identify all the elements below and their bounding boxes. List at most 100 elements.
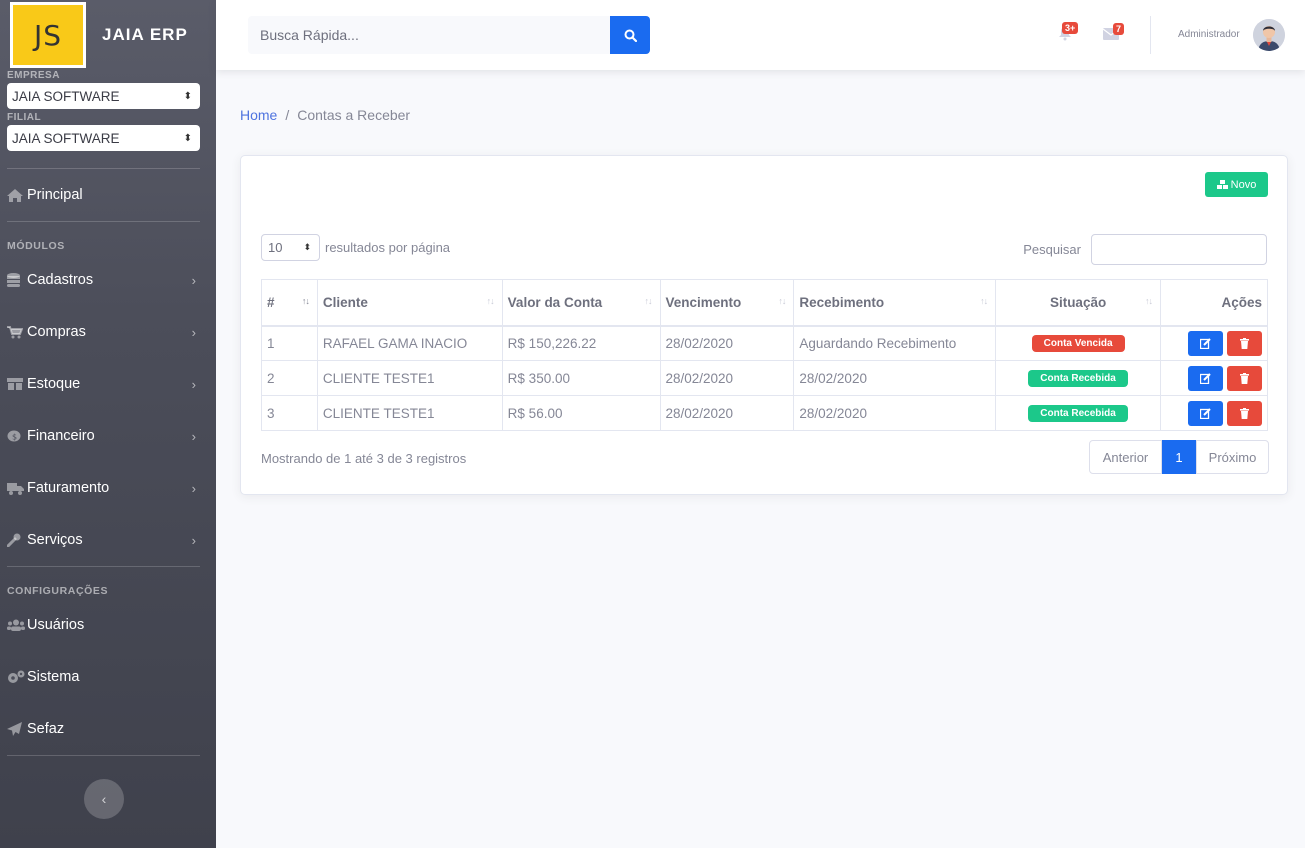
new-button[interactable]: Novo (1205, 172, 1268, 197)
cubes-icon (1216, 180, 1228, 189)
column-header-valor[interactable]: Valor da Conta ↑↓ (501, 279, 661, 327)
cell-acoes (1159, 360, 1269, 396)
sidebar-item-compras[interactable]: Compras › (0, 306, 216, 358)
cell-id: 3 (261, 395, 318, 431)
pagination-page-button[interactable]: 1 (1162, 440, 1196, 474)
column-header-label: Ações (1221, 294, 1262, 310)
empresa-value: JAIA SOFTWARE (12, 88, 120, 104)
warehouse-icon (7, 378, 27, 390)
sidebar-item-label: Usuários (27, 617, 85, 633)
delete-button[interactable] (1227, 400, 1262, 426)
filter-input[interactable] (1091, 234, 1267, 265)
edit-icon (1200, 407, 1211, 419)
sort-icon: ↑↓ (778, 296, 786, 306)
cell-valor: R$ 56.00 (501, 395, 661, 431)
column-header-situacao[interactable]: Situação ↑↓ (995, 279, 1161, 327)
chevron-left-icon: ‹ (101, 791, 107, 807)
home-icon (7, 188, 27, 202)
column-header-vencimento[interactable]: Vencimento ↑↓ (659, 279, 795, 327)
sidebar-item-usuarios[interactable]: Usuários (0, 599, 216, 651)
alerts-button[interactable]: 3+ (1058, 22, 1079, 42)
contas-table: # ↑↓ Cliente ↑↓ Valor da Conta ↑↓ Venciment… (261, 279, 1269, 431)
trash-icon (1240, 372, 1249, 384)
sidebar-item-sistema[interactable]: Sistema (0, 651, 216, 703)
filial-select[interactable]: JAIA SOFTWARE ⬍ (7, 125, 200, 151)
cell-acoes (1159, 395, 1269, 431)
sidebar-item-servicos[interactable]: Serviços › (0, 514, 216, 566)
cell-recebimento: Aguardando Recebimento (793, 325, 997, 361)
sidebar-item-estoque[interactable]: Estoque › (0, 358, 216, 410)
coins-icon: $ (7, 430, 27, 442)
cell-situacao: Conta Recebida (995, 360, 1161, 396)
empresa-select[interactable]: JAIA SOFTWARE ⬍ (7, 83, 200, 109)
database-icon (7, 273, 27, 287)
table-row: 1 RAFAEL GAMA INACIO R$ 150,226.22 28/02… (261, 325, 1269, 361)
cell-recebimento: 28/02/2020 (793, 395, 997, 431)
svg-text:$: $ (12, 433, 17, 442)
truck-icon (7, 482, 27, 495)
column-header-label: Valor da Conta (507, 294, 603, 310)
cell-valor: R$ 350.00 (501, 360, 661, 396)
sidebar-item-label: Sistema (27, 669, 80, 685)
pagination-prev-button[interactable]: Anterior (1089, 440, 1162, 474)
avatar[interactable] (1253, 19, 1285, 51)
delete-button[interactable] (1227, 365, 1262, 391)
sidebar-item-sefaz[interactable]: Sefaz (0, 703, 216, 755)
configuracoes-heading: CONFIGURAÇÕES (7, 585, 109, 597)
logo-text: JS (13, 5, 83, 65)
cart-icon (7, 325, 27, 339)
trash-icon (1240, 337, 1249, 349)
pagination: Anterior 1 Próximo (1089, 440, 1269, 474)
cell-valor: R$ 150,226.22 (501, 325, 661, 361)
select-arrows-icon: ⬍ (183, 132, 192, 144)
table-info: Mostrando de 1 até 3 de 3 registros (261, 451, 467, 466)
column-header-recebimento[interactable]: Recebimento ↑↓ (793, 279, 997, 327)
chevron-right-icon: › (191, 272, 196, 288)
sidebar-toggle-button[interactable]: ‹ (84, 779, 124, 819)
page-length-value: 10 (268, 240, 283, 255)
sidebar: JS JAIA ERP EMPRESA JAIA SOFTWARE ⬍ FILI… (0, 0, 216, 848)
pagination-next-button[interactable]: Próximo (1196, 440, 1269, 474)
sidebar-divider (7, 221, 200, 222)
filter-label: Pesquisar (1023, 242, 1081, 257)
search-input[interactable]: Busca Rápida... (248, 16, 610, 54)
breadcrumb-current: Contas a Receber (297, 107, 411, 123)
filial-label: FILIAL (7, 112, 42, 123)
cogs-icon (7, 670, 27, 684)
column-header-acoes: Ações (1159, 279, 1269, 327)
alerts-count-badge: 3+ (1062, 22, 1079, 34)
cell-vencimento: 28/02/2020 (659, 360, 795, 396)
edit-button[interactable] (1188, 330, 1223, 356)
cell-recebimento: 28/02/2020 (793, 360, 997, 396)
sidebar-item-cadastros[interactable]: Cadastros › (0, 254, 216, 306)
page-length-select[interactable]: 10 ⬍ (261, 234, 320, 261)
topbar-divider (1150, 16, 1151, 54)
column-header-id[interactable]: # ↑↓ (261, 279, 318, 327)
sidebar-item-label: Sefaz (27, 721, 65, 737)
new-button-label: Novo (1230, 178, 1257, 191)
cell-acoes (1159, 325, 1269, 361)
sort-icon: ↑↓ (980, 296, 988, 306)
column-header-cliente[interactable]: Cliente ↑↓ (316, 279, 503, 327)
edit-button[interactable] (1188, 400, 1223, 426)
sidebar-item-financeiro[interactable]: $ Financeiro › (0, 410, 216, 462)
search-button[interactable] (610, 16, 650, 54)
sidebar-item-label: Faturamento (27, 480, 110, 496)
users-icon (7, 619, 27, 631)
sidebar-item-principal[interactable]: Principal (0, 169, 216, 221)
cell-cliente: CLIENTE TESTE1 (316, 360, 503, 396)
filial-value: JAIA SOFTWARE (12, 130, 120, 146)
logo: JS (10, 2, 86, 68)
sidebar-item-faturamento[interactable]: Faturamento › (0, 462, 216, 514)
messages-button[interactable]: 7 (1102, 23, 1125, 41)
column-header-label: Recebimento (799, 294, 885, 310)
user-name[interactable]: Administrador (1178, 29, 1240, 40)
status-badge: Conta Recebida (1028, 405, 1128, 422)
breadcrumb-home-link[interactable]: Home (240, 107, 277, 123)
table-filter: Pesquisar (1023, 234, 1267, 265)
chevron-right-icon: › (191, 376, 196, 392)
sidebar-item-label: Principal (27, 187, 83, 203)
delete-button[interactable] (1227, 330, 1262, 356)
brand[interactable]: JS JAIA ERP (0, 0, 216, 70)
edit-button[interactable] (1188, 365, 1223, 391)
